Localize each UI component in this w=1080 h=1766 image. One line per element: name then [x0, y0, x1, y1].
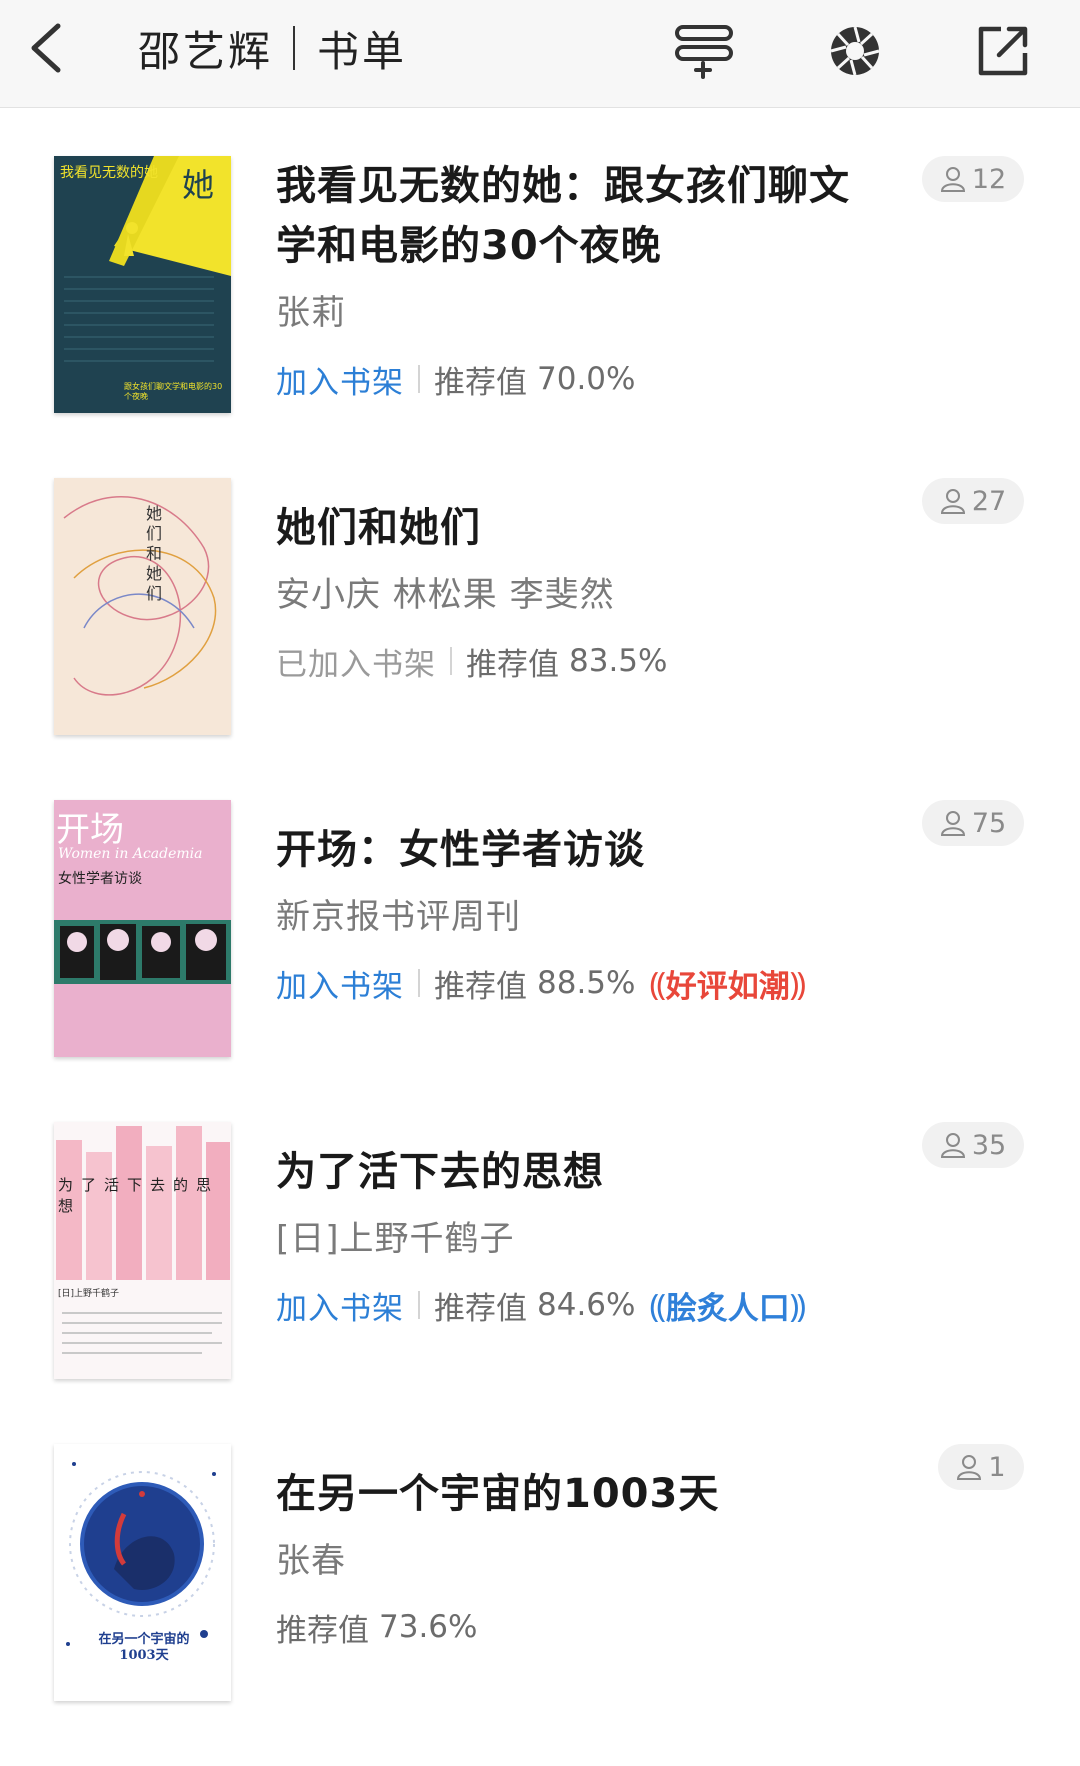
laurel-left-icon: ⸨ [649, 1286, 666, 1325]
rating-badge-label: 脍炙人口 [665, 1290, 790, 1327]
top-bar: 邵艺辉 书单 [0, 0, 1080, 108]
cover-subtitle: 跟女孩们聊文学和电影的30个夜晚 [124, 382, 223, 401]
rating-badge: ⸨ 好评如潮 ⸩ [649, 961, 806, 1006]
cover-big-title: 她 [182, 166, 215, 204]
cover-title: 在另一个宇宙的1003天 [98, 1632, 190, 1663]
cover-big-title: 开场 [56, 810, 124, 850]
meta-divider [450, 647, 452, 675]
recommend-value: 73.6% [379, 1609, 478, 1645]
add-to-shelf-button[interactable]: 加入书架 [276, 357, 404, 402]
book-author: 新京报书评周刊 [276, 897, 521, 937]
readers-count-badge[interactable]: 12 [922, 156, 1024, 202]
book-info: 我看见无数的她：跟女孩们聊文学和电影的30个夜晚 张莉 加入书架 推荐值 70.… [276, 156, 876, 404]
recommend-label: 推荐值 [434, 1290, 527, 1327]
list-item[interactable]: 为了活下去的思想 [日]上野千鹤子 为了活下去的思想 [日]上野千鹤子 加入书架… [0, 1122, 1080, 1444]
add-list-icon [675, 25, 733, 79]
cover-art [54, 1122, 231, 1379]
cover-title: 女性学者访谈 [58, 871, 142, 887]
share-button[interactable] [968, 16, 1038, 86]
recommend-value: 88.5% [537, 965, 636, 1001]
title-divider [293, 26, 296, 70]
person-icon [940, 489, 965, 514]
book-author: [日]上野千鹤子 [276, 1219, 515, 1259]
page-title: 邵艺辉 书单 [138, 16, 407, 80]
readers-count: 35 [971, 1129, 1007, 1161]
book-info: 在另一个宇宙的1003天 张春 推荐值 73.6% [276, 1444, 876, 1652]
cover-title: 为了活下去的思想 [58, 1176, 220, 1215]
back-chevron-icon [31, 23, 61, 73]
cover-title: 她们和她们 [146, 504, 163, 603]
recommend-label: 推荐值 [276, 1612, 369, 1649]
person-icon [940, 811, 965, 836]
share-external-icon [978, 26, 1028, 76]
cover-english-title: Women in Academia [58, 846, 203, 862]
book-meta: 加入书架 推荐值 84.6% ⸨ 脍炙人口 ⸩ [276, 1280, 876, 1330]
readers-count: 12 [971, 163, 1007, 195]
readers-count-badge[interactable]: 75 [922, 800, 1024, 846]
meta-divider [418, 1291, 420, 1319]
book-meta: 加入书架 推荐值 70.0% [276, 354, 876, 404]
page-title-name: 邵艺辉 [138, 26, 274, 76]
book-title[interactable]: 我看见无数的她：跟女孩们聊文学和电影的30个夜晚 [276, 156, 876, 276]
book-cover[interactable]: 为了活下去的思想 [日]上野千鹤子 [54, 1122, 231, 1379]
page-title-suffix: 书单 [317, 26, 408, 76]
book-cover[interactable]: 开场 Women in Academia 女性学者访谈 [54, 800, 231, 1057]
book-title[interactable]: 在另一个宇宙的1003天 [276, 1464, 876, 1524]
rating-badge: ⸨ 脍炙人口 ⸩ [649, 1283, 806, 1328]
add-to-shelf-button[interactable]: 加入书架 [276, 1283, 404, 1328]
book-title[interactable]: 为了活下去的思想 [276, 1142, 876, 1202]
book-author: 张莉 [276, 293, 346, 333]
recommend-label: 推荐值 [434, 364, 527, 401]
cover-title: 我看见无数的她 [60, 165, 158, 181]
cover-art [54, 478, 231, 735]
back-button[interactable] [18, 18, 78, 78]
aperture-button[interactable] [820, 16, 890, 86]
laurel-left-icon: ⸨ [649, 964, 666, 1003]
book-cover[interactable]: 她们和她们 [54, 478, 231, 735]
added-to-shelf-label: 已加入书架 [276, 646, 436, 683]
list-item[interactable]: 她们和她们 她们和她们 安小庆 林松果 李斐然 已加入书架 推荐值 83.5% … [0, 478, 1080, 800]
readers-count: 1 [988, 1451, 1006, 1483]
add-to-shelf-button[interactable]: 加入书架 [276, 961, 404, 1006]
book-meta: 推荐值 73.6% [276, 1602, 876, 1652]
book-info: 她们和她们 安小庆 林松果 李斐然 已加入书架 推荐值 83.5% [276, 478, 876, 686]
person-icon [940, 167, 965, 192]
readers-count-badge[interactable]: 1 [938, 1444, 1024, 1490]
book-info: 开场：女性学者访谈 新京报书评周刊 加入书架 推荐值 88.5% ⸨ 好评如潮 … [276, 800, 876, 1008]
laurel-right-icon: ⸩ [789, 964, 807, 1003]
list-item[interactable]: 开场 Women in Academia 女性学者访谈 开场：女性学者访谈 新京… [0, 800, 1080, 1122]
rating-badge-label: 好评如潮 [665, 968, 790, 1005]
readers-count-badge[interactable]: 35 [922, 1122, 1024, 1168]
book-cover[interactable]: 我看见无数的她 她 跟女孩们聊文学和电影的30个夜晚 [54, 156, 231, 413]
aperture-icon [830, 26, 880, 76]
recommend-label: 推荐值 [434, 968, 527, 1005]
book-title[interactable]: 开场：女性学者访谈 [276, 820, 876, 880]
laurel-right-icon: ⸩ [789, 1286, 807, 1325]
meta-divider [418, 365, 420, 393]
recommend-label: 推荐值 [466, 646, 559, 683]
recommend-value: 70.0% [537, 361, 636, 397]
book-cover[interactable]: 在另一个宇宙的1003天 [54, 1444, 231, 1701]
recommend-value: 84.6% [537, 1287, 636, 1323]
add-list-button[interactable] [670, 16, 740, 86]
person-icon [940, 1133, 965, 1158]
readers-count-badge[interactable]: 27 [922, 478, 1024, 524]
book-info: 为了活下去的思想 [日]上野千鹤子 加入书架 推荐值 84.6% ⸨ 脍炙人口 … [276, 1122, 876, 1330]
book-meta: 加入书架 推荐值 88.5% ⸨ 好评如潮 ⸩ [276, 958, 876, 1008]
readers-count: 75 [971, 807, 1007, 839]
cover-author: [日]上野千鹤子 [58, 1289, 120, 1299]
list-item[interactable]: 在另一个宇宙的1003天 在另一个宇宙的1003天 张春 推荐值 73.6% 1 [0, 1444, 1080, 1766]
person-icon [957, 1455, 982, 1480]
list-item[interactable]: 我看见无数的她 她 跟女孩们聊文学和电影的30个夜晚 我看见无数的她：跟女孩们聊… [0, 156, 1080, 478]
book-author: 张春 [276, 1541, 346, 1581]
book-meta: 已加入书架 推荐值 83.5% [276, 636, 876, 686]
readers-count: 27 [971, 485, 1007, 517]
recommend-value: 83.5% [569, 643, 668, 679]
meta-divider [418, 969, 420, 997]
book-title[interactable]: 她们和她们 [276, 498, 876, 558]
book-author: 安小庆 林松果 李斐然 [276, 575, 615, 615]
